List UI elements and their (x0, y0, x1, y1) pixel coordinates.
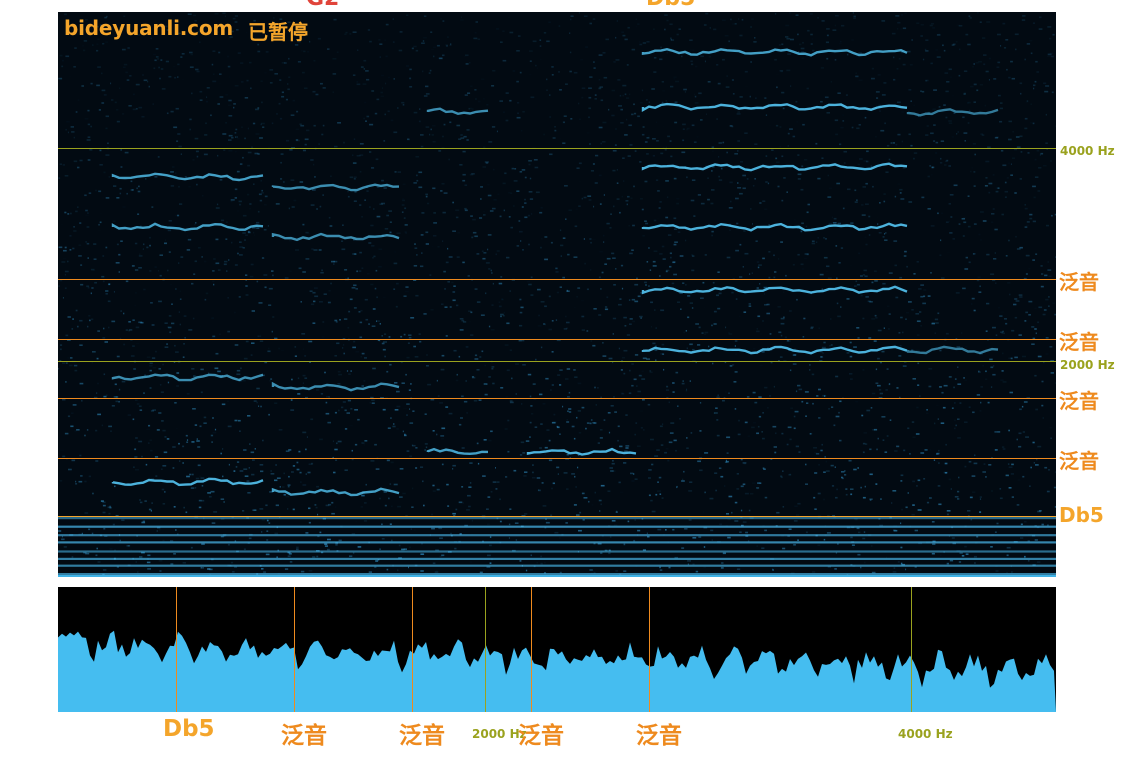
site-watermark: bideyuanli.com (64, 16, 234, 40)
right-label-overtone-4: 泛音 (1059, 270, 1099, 294)
bottom-label-overtone-4: 泛音 (636, 723, 682, 749)
right-label-4000hz: 4000 Hz (1060, 144, 1115, 158)
marker-line-overtone-1 (294, 587, 295, 712)
bottom-label-overtone-2: 泛音 (399, 723, 445, 749)
guide-line-2000hz (58, 361, 1056, 362)
guide-line-overtone-3 (58, 339, 1056, 340)
top-note-label-left: G2 (306, 0, 339, 11)
guide-line-overtone-1 (58, 458, 1056, 459)
spectrogram-image (58, 12, 1056, 575)
right-label-overtone-1: 泛音 (1059, 449, 1099, 473)
guide-line-4000hz (58, 148, 1056, 149)
marker-line-overtone-3 (531, 587, 532, 712)
bottom-label-overtone-3: 泛音 (518, 723, 564, 749)
marker-line-2000hz (485, 587, 486, 712)
guide-line-overtone-4 (58, 279, 1056, 280)
marker-line-fundamental (176, 587, 177, 712)
right-label-fundamental: Db5 (1059, 503, 1104, 527)
right-label-2000hz: 2000 Hz (1060, 358, 1115, 372)
marker-line-overtone-4 (649, 587, 650, 712)
paused-status: 已暂停 (248, 20, 308, 44)
bottom-label-overtone-1: 泛音 (281, 723, 327, 749)
guide-line-fundamental (58, 516, 1056, 517)
guide-line-overtone-2 (58, 398, 1056, 399)
marker-line-overtone-2 (412, 587, 413, 712)
right-label-overtone-3: 泛音 (1059, 330, 1099, 354)
right-label-overtone-2: 泛音 (1059, 389, 1099, 413)
bottom-label-fundamental: Db5 (163, 716, 215, 742)
spectrum-curve (58, 630, 1056, 712)
spectrum-panel[interactable] (58, 587, 1056, 712)
spectrogram-panel[interactable]: bideyuanli.com 已暂停 (58, 12, 1056, 577)
top-note-label-right: Db5 (646, 0, 695, 11)
marker-line-4000hz (911, 587, 912, 712)
bottom-label-4000hz: 4000 Hz (898, 727, 953, 741)
